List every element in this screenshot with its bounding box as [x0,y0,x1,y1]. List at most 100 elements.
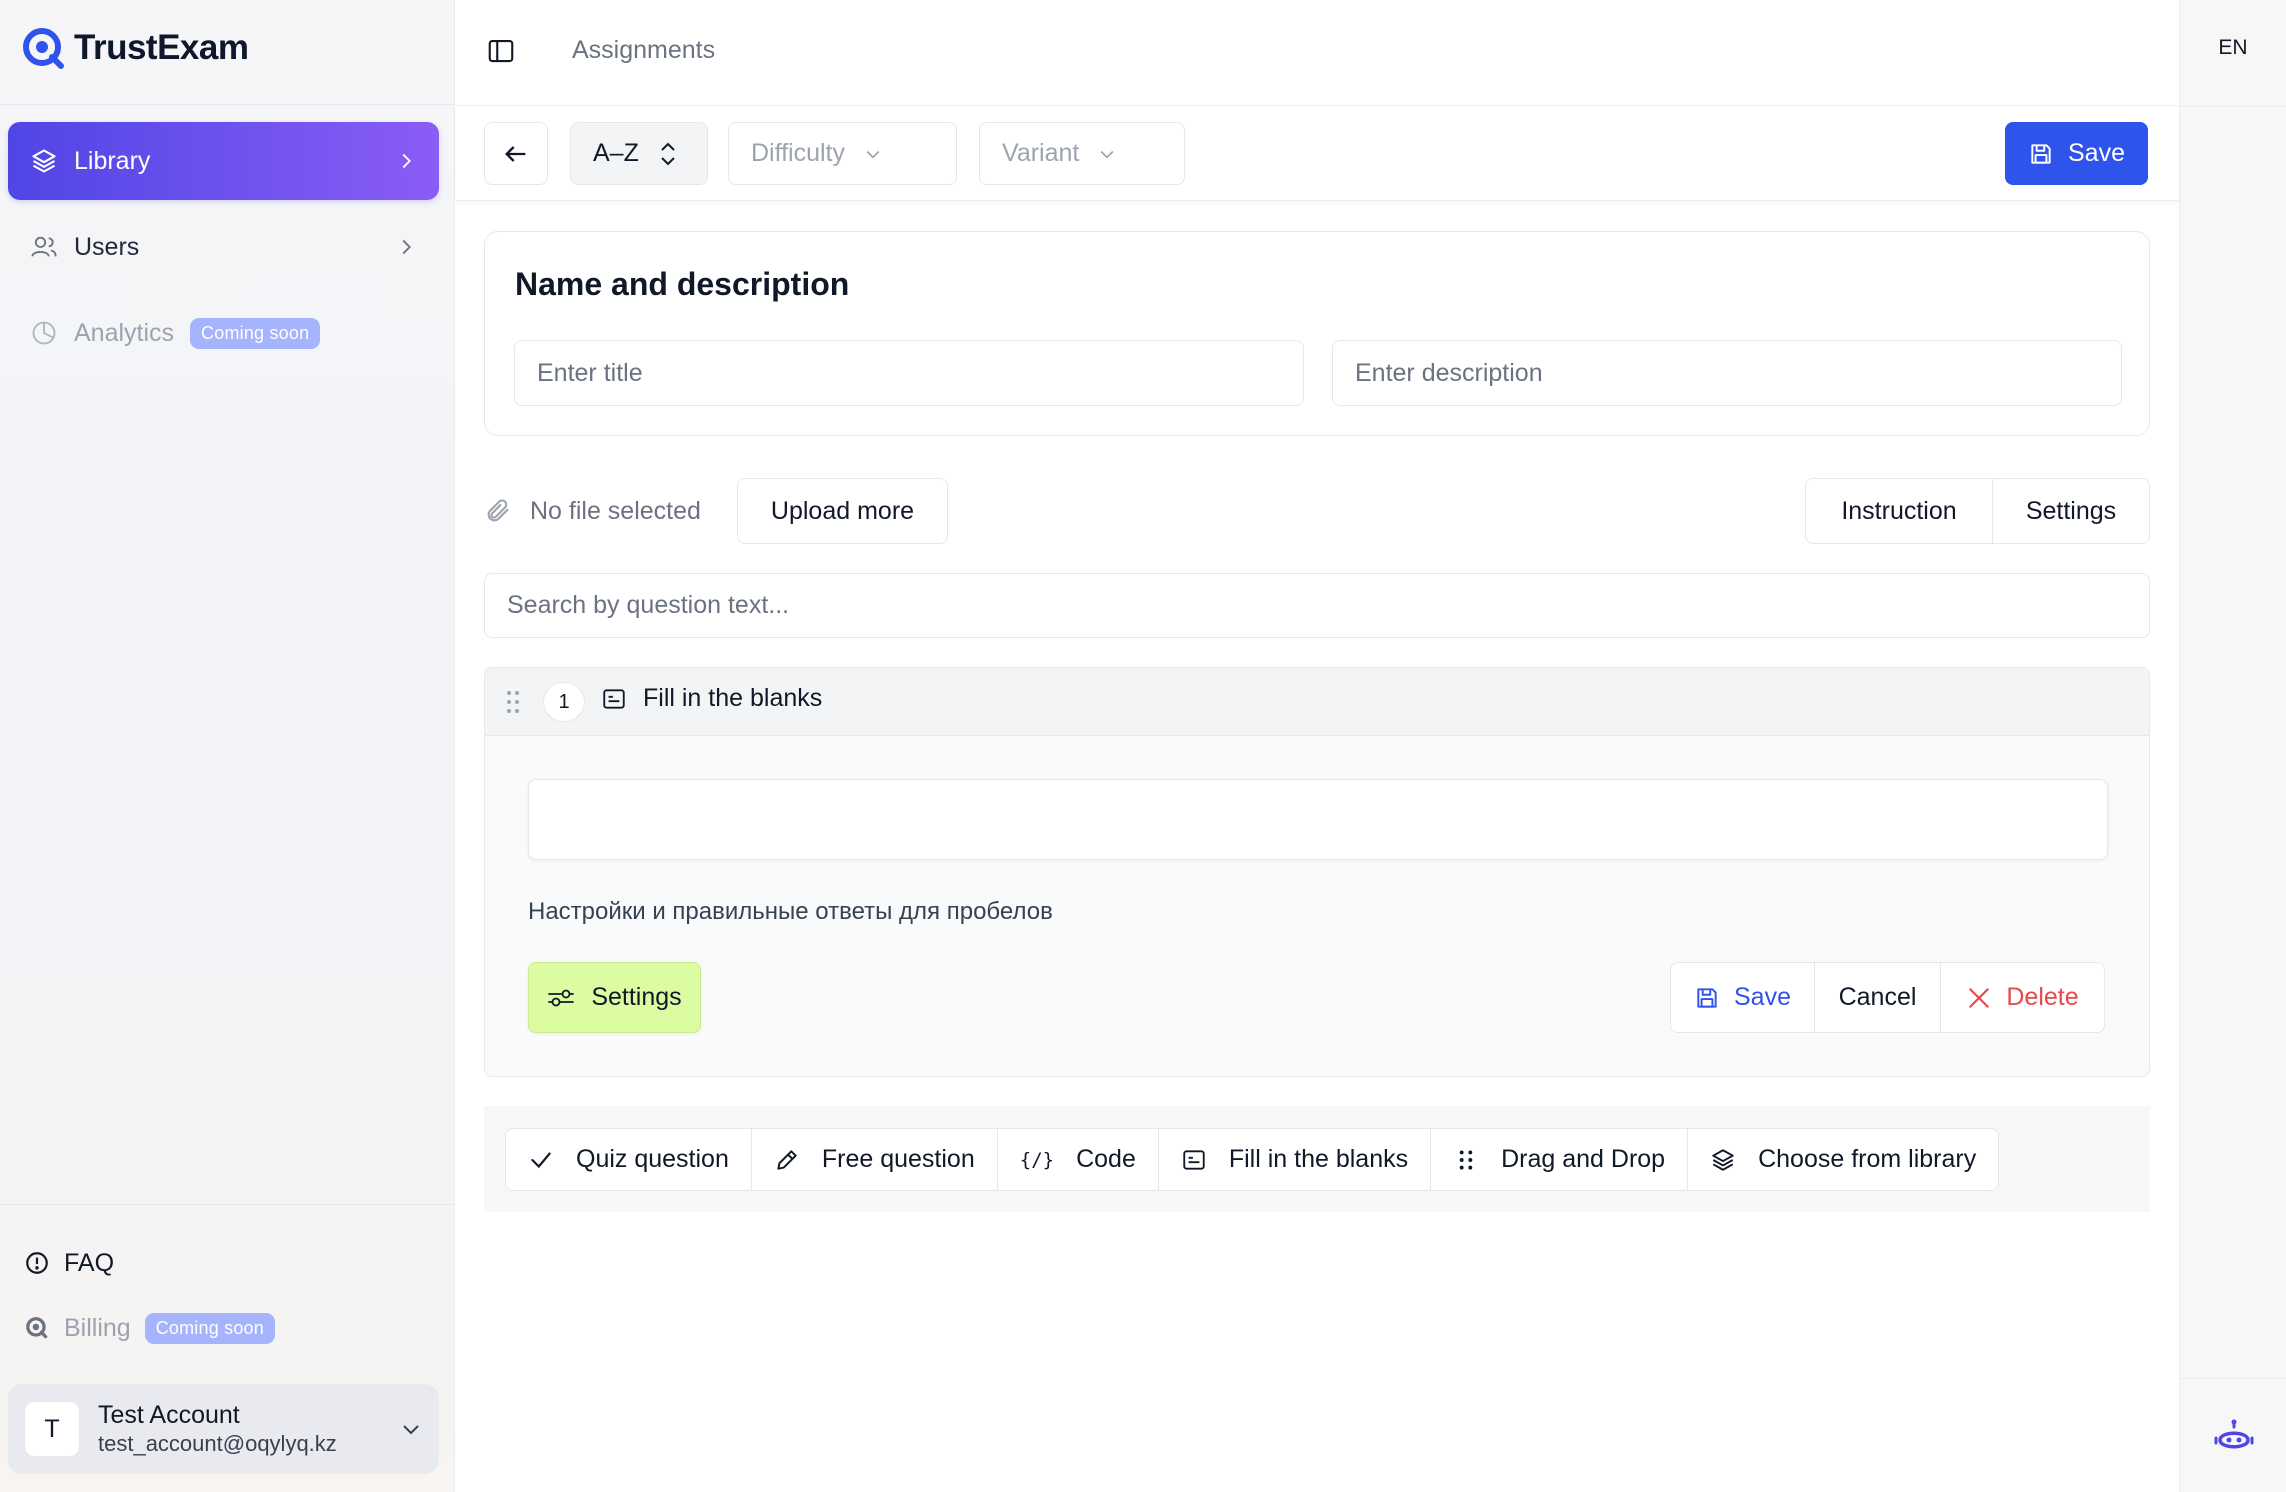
billing-icon [24,1315,50,1341]
save-label: Save [2068,139,2125,167]
arrow-left-icon [502,140,530,168]
blanks-hint: Настройки и правильные ответы для пробел… [528,898,1053,925]
question-header[interactable]: 1 Fill in the blanks [485,668,2149,736]
sort-label: A–Z [593,139,639,167]
coming-soon-badge: Coming soon [144,1312,275,1344]
add-drag-drop-button[interactable]: Drag and Drop [1430,1129,1687,1190]
paperclip-icon [484,497,512,525]
sort-button[interactable]: A–Z [570,122,708,185]
sidebar-item-label: Analytics [74,318,175,347]
file-status-text: No file selected [530,496,701,525]
pencil-icon [774,1147,800,1173]
add-option-label: Quiz question [576,1145,729,1173]
coming-soon-badge: Coming soon [190,317,321,349]
add-free-question-button[interactable]: Free question [750,1129,997,1190]
sidebar-item-faq[interactable]: FAQ [24,1241,114,1285]
choose-from-library-button[interactable]: Choose from library [1687,1129,1998,1190]
right-rail: EN [2179,0,2286,1492]
info-circle-icon [24,1250,50,1276]
file-status: No file selected [484,478,701,544]
sidebar-item-label: Billing [64,1313,131,1342]
question-cancel-button[interactable]: Cancel [1814,963,1940,1032]
question-type-label: Fill in the blanks [643,684,823,712]
sidebar-item-label: Library [74,146,151,175]
save-button[interactable]: Save [2005,122,2148,185]
account-name: Test Account [98,1401,240,1429]
layers-icon [30,147,58,175]
sidebar-toggle-icon[interactable] [486,36,516,66]
account-menu[interactable]: T Test Account test_account@oqylyq.kz [8,1384,439,1474]
settings-button[interactable]: Settings [1992,479,2149,543]
name-description-card: Name and description Enter title Enter d… [484,231,2150,436]
variant-label: Variant [1002,139,1080,167]
sliders-icon [547,986,575,1010]
drag-dots-icon [1453,1147,1479,1173]
description-input[interactable]: Enter description [1332,340,2122,406]
question-settings-button[interactable]: Settings [528,962,701,1033]
language-switcher[interactable]: EN [2180,36,2286,60]
add-fill-blanks-button[interactable]: Fill in the blanks [1157,1129,1430,1190]
app-name: TrustExam [74,28,249,67]
chevron-right-icon [395,236,417,258]
question-delete-button[interactable]: Delete [1940,963,2104,1032]
chevron-down-icon [399,1417,423,1441]
section-title: Name and description [515,266,850,302]
settings-label: Settings [591,983,682,1011]
file-row: No file selected Upload more Instruction… [484,478,2150,544]
top-header: Assignments [456,0,2179,106]
upload-more-button[interactable]: Upload more [737,478,948,544]
close-icon [1966,985,1992,1011]
chevron-right-icon [395,150,417,172]
sidebar-item-billing[interactable]: Billing Coming soon [24,1306,275,1350]
chevron-up-down-icon [657,141,679,167]
sidebar-item-library[interactable]: Library [8,122,439,200]
trustexam-logo-icon [22,27,64,69]
add-option-label: Free question [821,1145,975,1173]
question-save-button[interactable]: Save [1671,963,1814,1032]
add-code-question-button[interactable]: {/} Code [996,1129,1158,1190]
sidebar-item-users[interactable]: Users [8,208,439,286]
title-input[interactable]: Enter title [514,340,1304,406]
add-option-label: Code [1076,1145,1136,1173]
fill-blanks-icon [1181,1147,1207,1173]
question-search-input[interactable]: Search by question text... [484,573,2150,638]
difficulty-label: Difficulty [751,139,846,167]
add-quiz-question-button[interactable]: Quiz question [506,1129,751,1190]
sidebar-divider [0,1204,454,1205]
question-type: Fill in the blanks [601,684,822,713]
users-icon [30,233,58,261]
chevron-down-icon [1097,144,1117,164]
drag-handle-icon[interactable] [506,690,520,714]
account-email: test_account@oqylyq.kz [98,1431,337,1456]
variant-select[interactable]: Variant [979,122,1185,185]
code-icon: {/} [1019,1148,1055,1171]
add-option-label: Fill in the blanks [1228,1145,1409,1173]
question-text-input[interactable] [528,779,2108,860]
add-option-label: Choose from library [1758,1145,1977,1173]
assistant-bot-icon[interactable] [2214,1418,2254,1458]
rail-divider [2180,1378,2286,1379]
account-info: Test Account test_account@oqylyq.kz [98,1400,337,1458]
difficulty-select[interactable]: Difficulty [728,122,957,185]
chevron-down-icon [863,144,883,164]
instruction-button[interactable]: Instruction [1806,479,1992,543]
question-actions: Save Cancel Delete [1670,962,2105,1033]
save-label: Save [1734,983,1791,1011]
rail-divider [2180,106,2286,107]
pie-chart-icon [30,319,58,347]
breadcrumb[interactable]: Assignments [572,36,715,65]
back-button[interactable] [484,122,548,185]
floppy-disk-icon [2028,141,2054,167]
avatar: T [24,1401,80,1457]
question-card: 1 Fill in the blanks Настройки и правиль… [484,667,2150,1077]
add-question-bar: Quiz question Free question {/} Code Fil… [484,1106,2150,1212]
add-question-group: Quiz question Free question {/} Code Fil… [505,1128,2000,1191]
app-logo[interactable]: TrustExam [22,24,249,72]
sidebar-item-analytics[interactable]: Analytics Coming soon [8,294,439,372]
sidebar-item-label: Users [74,232,140,261]
sidebar-divider [0,104,454,105]
instruction-settings-group: Instruction Settings [1805,478,2150,544]
layers-icon [1710,1147,1736,1173]
sidebar-item-label: FAQ [64,1248,115,1277]
question-number: 1 [543,682,585,722]
